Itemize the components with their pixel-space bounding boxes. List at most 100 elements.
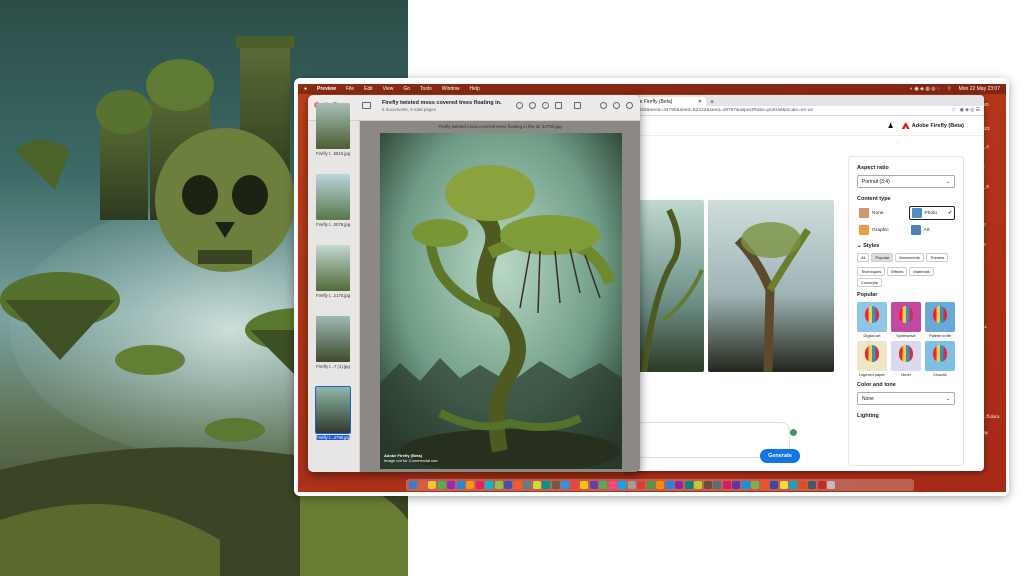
chip-movements[interactable]: Movements xyxy=(895,253,924,262)
dock-app-icon[interactable] xyxy=(770,481,778,489)
chip-popular[interactable]: Popular xyxy=(871,253,894,262)
dock-app-icon[interactable] xyxy=(789,481,797,489)
dock-app-icon[interactable] xyxy=(513,481,522,489)
dock-app-icon[interactable] xyxy=(817,481,826,489)
dock-app-icon[interactable] xyxy=(732,481,740,489)
thumbnail[interactable]: Firefly t...6815.jpg xyxy=(316,103,350,156)
menu-help[interactable]: Help xyxy=(470,86,480,92)
chip-all[interactable]: All xyxy=(857,253,870,262)
style-card[interactable]: Chaotic xyxy=(925,341,955,377)
dock-app-icon[interactable] xyxy=(694,481,702,489)
dock-app-icon[interactable] xyxy=(428,481,436,489)
dock-app-icon[interactable] xyxy=(703,481,712,489)
dock-app-icon[interactable] xyxy=(646,481,655,489)
dock-app-icon[interactable] xyxy=(741,481,750,489)
search-icon[interactable] xyxy=(626,102,633,109)
menu-app-name[interactable]: Preview xyxy=(317,86,336,92)
sidebar-toggle-icon[interactable] xyxy=(362,102,371,109)
address-bar[interactable]: d=92516&seed=34790&seed=62222&seed=48767… xyxy=(624,106,984,116)
menu-view[interactable]: View xyxy=(383,86,394,92)
thumbnail[interactable]: Firefly t...7 (1).jpg xyxy=(316,316,350,369)
dock-app-icon[interactable] xyxy=(475,481,484,489)
dock-app-icon[interactable] xyxy=(523,481,531,489)
menu-go[interactable]: Go xyxy=(403,86,410,92)
dock-app-icon[interactable] xyxy=(466,481,474,489)
dock-app-icon[interactable] xyxy=(637,481,645,489)
chip-techniques[interactable]: Techniques xyxy=(857,267,886,276)
menu-file[interactable]: File xyxy=(346,86,354,92)
share-icon[interactable] xyxy=(555,102,562,109)
dock-app-icon[interactable] xyxy=(409,481,417,489)
dock-app-icon[interactable] xyxy=(589,481,598,489)
new-tab-icon[interactable]: + xyxy=(710,99,714,106)
content-type-art[interactable]: Art xyxy=(909,223,956,237)
menu-window[interactable]: Window xyxy=(442,86,460,92)
style-card[interactable]: Neon xyxy=(891,341,921,377)
rotate-icon[interactable] xyxy=(600,102,607,109)
dock-app-icon[interactable] xyxy=(551,481,560,489)
dock-app-icon[interactable] xyxy=(580,481,588,489)
menu-tools[interactable]: Tools xyxy=(420,86,432,92)
dock-app-icon[interactable] xyxy=(542,481,550,489)
dock-app-icon[interactable] xyxy=(447,481,455,489)
dock-app-icon[interactable] xyxy=(751,481,759,489)
dock-app-icon[interactable] xyxy=(656,481,664,489)
styles-heading[interactable]: ⌄ Styles xyxy=(857,243,955,249)
status-icons[interactable]: ◐ ◉ ◈ ◍ ◎ ◌ xyxy=(910,86,940,92)
style-card[interactable]: Synthwave xyxy=(891,302,921,338)
clock[interactable]: Mon 22 May 23:07 xyxy=(959,86,1000,92)
chip-materials[interactable]: Materials xyxy=(909,267,934,276)
dock-app-icon[interactable] xyxy=(808,481,816,489)
thumbnail-selected[interactable]: Firefly t...4790.jpg xyxy=(315,386,351,440)
dock-app-icon[interactable] xyxy=(437,481,446,489)
dock-app-icon[interactable] xyxy=(599,481,607,489)
style-card[interactable]: Digital art xyxy=(857,302,887,338)
aspect-ratio-select[interactable]: Portrait (3:4) ⌄ xyxy=(857,175,955,188)
dock-app-icon[interactable] xyxy=(798,481,807,489)
dock-trash-icon[interactable] xyxy=(827,481,835,489)
extension-icons[interactable]: ◉ ◈ ◎ ☰ xyxy=(960,108,980,113)
chip-concepts[interactable]: Concepts xyxy=(857,278,882,287)
generated-image-2[interactable] xyxy=(708,200,834,372)
zoom-out-icon[interactable] xyxy=(529,102,536,109)
dock-app-icon[interactable] xyxy=(779,481,788,489)
account-icon[interactable]: ♟ xyxy=(887,122,893,130)
generate-button[interactable]: Generate xyxy=(760,449,800,463)
dock-app-icon[interactable] xyxy=(494,481,503,489)
tab-close-icon[interactable]: ✕ xyxy=(698,99,702,105)
wifi-icon[interactable]: ⌔ xyxy=(947,86,952,92)
annotate-icon[interactable] xyxy=(613,102,620,109)
thumbnail[interactable]: Firefly t...0078.jpg xyxy=(316,174,350,227)
bookmark-star-icon[interactable]: ☆ xyxy=(951,108,955,113)
style-card[interactable]: Layered paper xyxy=(857,341,887,377)
dock-app-icon[interactable] xyxy=(485,481,493,489)
dock-app-icon[interactable] xyxy=(627,481,636,489)
dock-app-icon[interactable] xyxy=(722,481,731,489)
dock-app-icon[interactable] xyxy=(570,481,579,489)
dock-app-icon[interactable] xyxy=(618,481,626,489)
menu-edit[interactable]: Edit xyxy=(364,86,373,92)
prompt-settings-icon[interactable] xyxy=(790,429,797,436)
content-type-photo[interactable]: Photo ✔ xyxy=(908,206,955,220)
generated-image-1[interactable] xyxy=(634,200,704,372)
dock-app-icon[interactable] xyxy=(684,481,693,489)
apple-menu-icon[interactable]: ● xyxy=(304,86,307,92)
chip-effects[interactable]: Effects xyxy=(887,267,908,276)
dock-app-icon[interactable] xyxy=(456,481,465,489)
dock-app-icon[interactable] xyxy=(532,481,541,489)
url-text[interactable]: d=92516&seed=34790&seed=62222&seed=48767… xyxy=(628,108,947,113)
dock-app-icon[interactable] xyxy=(675,481,683,489)
dock-app-icon[interactable] xyxy=(418,481,427,489)
firefly-brand[interactable]: Adobe Firefly (Beta) xyxy=(901,122,964,129)
style-card[interactable]: Palette knife xyxy=(925,302,955,338)
moss-tree-image[interactable]: Adobe Firefly (Beta) Image not for Comme… xyxy=(380,133,622,469)
content-type-graphic[interactable]: Graphic xyxy=(857,223,904,237)
markup-icon[interactable] xyxy=(574,102,581,109)
color-tone-select[interactable]: None ⌄ xyxy=(857,392,955,405)
dock-app-icon[interactable] xyxy=(760,481,769,489)
dock-app-icon[interactable] xyxy=(504,481,512,489)
thumbnail[interactable]: Firefly t...2170.jpg xyxy=(316,245,350,298)
info-icon[interactable] xyxy=(516,102,523,109)
zoom-in-icon[interactable] xyxy=(542,102,549,109)
dock-app-icon[interactable] xyxy=(665,481,674,489)
